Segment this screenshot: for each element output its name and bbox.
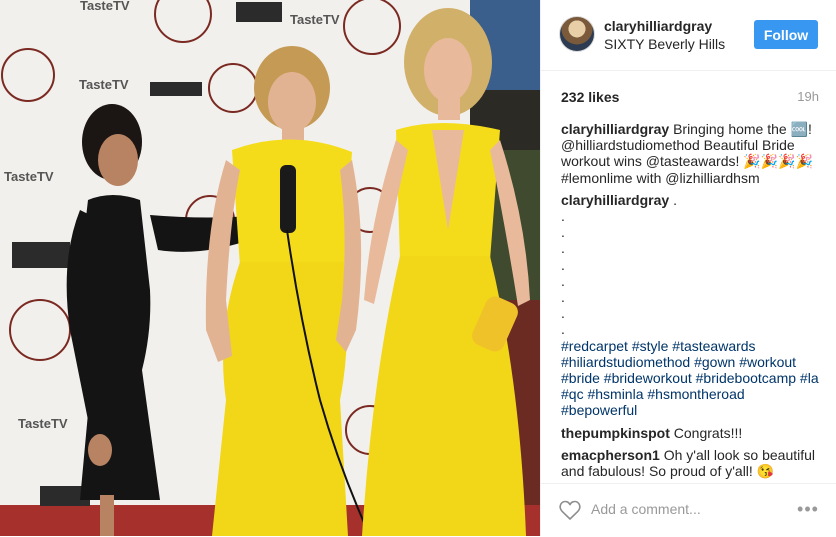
location-link[interactable]: SIXTY Beverly Hills (604, 36, 725, 52)
tastetv-logo: TasteTV (290, 12, 340, 27)
ellipsis-icon[interactable]: ••• (795, 498, 821, 522)
dot-line: . (561, 208, 565, 225)
hashtag-comment: claryhilliardgray . . . . . . . . . #red… (561, 192, 819, 419)
comments-list[interactable]: claryhilliardgray Bringing home the 🆒! @… (561, 121, 819, 479)
dot-line: . (561, 256, 565, 273)
red-carpet-photo: TasteTV TasteTV TasteTV TasteTV TasteTV (0, 0, 540, 536)
add-comment-input[interactable] (591, 498, 781, 520)
hashtags[interactable]: #redcarpet #style #tasteawards #hiliards… (561, 338, 819, 419)
comment-text: Congrats!!! (673, 424, 743, 441)
likes-count[interactable]: 232 likes (561, 89, 619, 105)
comment-item: emacpherson1 Oh y'all look so beautiful … (561, 447, 819, 479)
add-comment-bar: ••• (541, 483, 836, 537)
follow-button[interactable]: Follow (754, 20, 818, 49)
tastetv-logo: TasteTV (80, 0, 130, 13)
comment-username[interactable]: claryhilliardgray (561, 192, 669, 208)
post-time[interactable]: 19h (797, 89, 819, 104)
caption-username[interactable]: claryhilliardgray (561, 121, 669, 137)
microphone (280, 165, 296, 233)
tastetv-logo: TasteTV (79, 77, 129, 92)
username-link[interactable]: claryhilliardgray (604, 18, 712, 34)
dot-line: . (561, 240, 565, 257)
dot-line: . (561, 305, 565, 322)
dot-line: . (561, 321, 565, 338)
caption: claryhilliardgray Bringing home the 🆒! @… (561, 121, 819, 186)
dot-line: . (561, 289, 565, 306)
dot-line: . (561, 224, 565, 241)
comment-username[interactable]: thepumpkinspot (561, 425, 670, 441)
comment-text: . (673, 191, 677, 208)
tastetv-logo: TasteTV (18, 416, 68, 431)
post-photo[interactable]: TasteTV TasteTV TasteTV TasteTV TasteTV (0, 0, 540, 536)
instagram-post: TasteTV TasteTV TasteTV TasteTV TasteTV (0, 0, 836, 536)
heart-outline-icon[interactable] (558, 498, 582, 522)
post-header: claryhilliardgray SIXTY Beverly Hills Fo… (541, 0, 836, 71)
post-details-panel: claryhilliardgray SIXTY Beverly Hills Fo… (540, 0, 836, 536)
comment-item: thepumpkinspot Congrats!!! (561, 425, 819, 441)
comment-username[interactable]: emacpherson1 (561, 447, 660, 463)
avatar[interactable] (559, 16, 595, 52)
tastetv-logo: TasteTV (4, 169, 54, 184)
dot-line: . (561, 272, 565, 289)
